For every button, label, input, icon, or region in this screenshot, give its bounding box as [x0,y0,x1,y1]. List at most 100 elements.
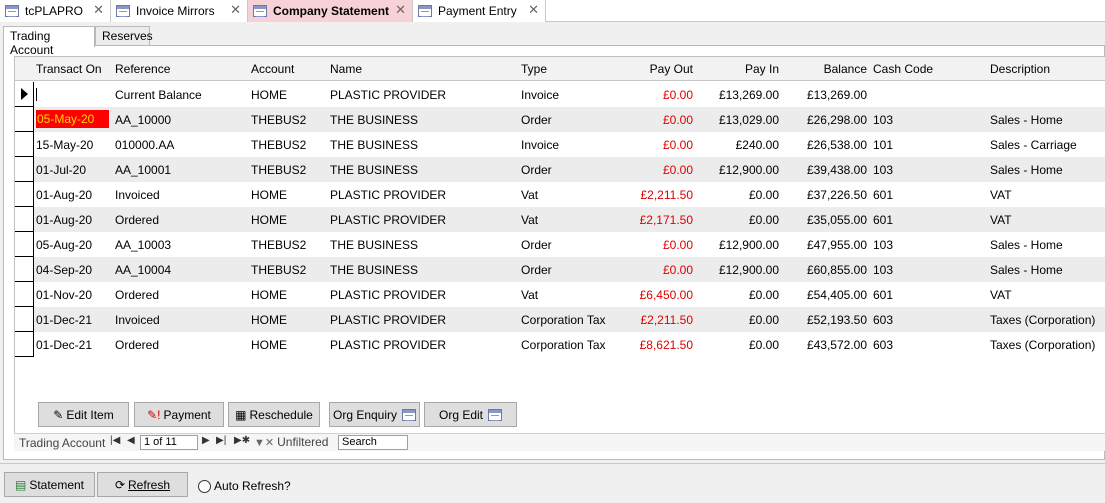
cell-pay-in[interactable]: £13,269.00 [701,88,779,102]
cell-reference[interactable]: 010000.AA [115,138,174,152]
cell-transact-on[interactable]: 01-Jul-20 [36,163,86,177]
record-selector[interactable] [15,282,34,307]
cell-balance[interactable]: £43,572.00 [785,338,867,352]
cell-pay-out[interactable]: £0.00 [615,88,693,102]
cell-name[interactable]: PLASTIC PROVIDER [330,188,446,202]
cell-balance[interactable]: £52,193.50 [785,313,867,327]
auto-refresh-radio[interactable] [198,479,211,493]
cell-pay-in[interactable]: £12,900.00 [701,163,779,177]
tab-invoice-mirrors[interactable]: Invoice Mirrors ✕ [111,0,248,22]
last-record-icon[interactable]: ▶| [216,435,226,446]
tab-trading-account[interactable]: Trading Account [3,26,95,57]
cell-balance[interactable]: £54,405.00 [785,288,867,302]
cell-reference[interactable]: Ordered [115,338,159,352]
table-row[interactable]: 01-Aug-20 Ordered HOME PLASTIC PROVIDER … [15,207,1105,232]
header-pay-in[interactable]: Pay In [701,62,779,76]
cell-cash-code[interactable]: 103 [873,113,893,127]
cell-account[interactable]: HOME [251,338,287,352]
record-selector[interactable] [15,82,34,107]
previous-record-icon[interactable]: ◀ [127,435,135,446]
tab-company-statement[interactable]: Company Statement ✕ [248,0,413,22]
cell-transact-on[interactable]: 01-Aug-20 [36,213,92,227]
cell-pay-in[interactable]: £0.00 [701,338,779,352]
cell-account[interactable]: HOME [251,88,287,102]
cell-reference[interactable]: AA_10000 [115,113,171,127]
cell-type[interactable]: Corporation Tax [521,338,606,352]
cell-pay-out[interactable]: £0.00 [615,163,693,177]
cell-account[interactable]: THEBUS2 [251,113,306,127]
cell-pay-in[interactable]: £12,900.00 [701,238,779,252]
header-reference[interactable]: Reference [115,62,170,76]
table-row[interactable]: 05-May-20 AA_10000 THEBUS2 THE BUSINESS … [15,107,1105,132]
record-selector[interactable] [15,207,34,232]
cell-cash-code[interactable]: 103 [873,263,893,277]
cell-transact-on[interactable]: 01-Dec-21 [36,313,92,327]
cell-description[interactable]: Sales - Home [990,263,1063,277]
cell-name[interactable]: THE BUSINESS [330,113,418,127]
cell-reference[interactable]: Invoiced [115,313,160,327]
table-row[interactable]: Current Balance HOME PLASTIC PROVIDER In… [15,82,1105,107]
cell-type[interactable]: Invoice [521,138,559,152]
cell-name[interactable]: THE BUSINESS [330,263,418,277]
cell-type[interactable]: Corporation Tax [521,313,606,327]
tab-tcplapro[interactable]: tcPLAPRO ✕ [0,0,111,22]
filter-toggle[interactable]: ▼✕ Unfiltered [254,435,328,449]
cell-balance[interactable]: £60,855.00 [785,263,867,277]
header-name[interactable]: Name [330,62,362,76]
tab-payment-entry[interactable]: Payment Entry ✕ [413,0,546,22]
cell-account[interactable]: HOME [251,213,287,227]
cell-balance[interactable]: £26,298.00 [785,113,867,127]
cell-name[interactable]: THE BUSINESS [330,163,418,177]
cell-account[interactable]: HOME [251,188,287,202]
cell-pay-in[interactable]: £0.00 [701,213,779,227]
header-balance[interactable]: Balance [785,62,867,76]
cell-pay-out[interactable]: £8,621.50 [615,338,693,352]
record-selector[interactable] [15,332,34,357]
cell-cash-code[interactable]: 601 [873,188,893,202]
cell-reference[interactable]: Ordered [115,288,159,302]
auto-refresh-option[interactable]: Auto Refresh? [198,479,291,493]
cell-transact-on[interactable]: 05-Aug-20 [36,238,92,252]
cell-account[interactable]: THEBUS2 [251,163,306,177]
cell-name[interactable]: PLASTIC PROVIDER [330,88,446,102]
cell-pay-out[interactable]: £6,450.00 [615,288,693,302]
cell-name[interactable]: THE BUSINESS [330,138,418,152]
cell-account[interactable]: HOME [251,288,287,302]
cell-type[interactable]: Vat [521,188,538,202]
close-icon[interactable]: ✕ [230,3,241,17]
current-record-field[interactable]: 1 of 11 [140,435,198,450]
header-type[interactable]: Type [521,62,547,76]
cell-balance[interactable]: £26,538.00 [785,138,867,152]
close-icon[interactable]: ✕ [93,3,104,17]
payment-button[interactable]: ✎! Payment [134,402,224,427]
cell-description[interactable]: Taxes (Corporation) [990,313,1095,327]
cell-description[interactable]: Sales - Carriage [990,138,1077,152]
cell-name[interactable]: PLASTIC PROVIDER [330,213,446,227]
cell-type[interactable]: Order [521,113,552,127]
table-row[interactable]: 01-Nov-20 Ordered HOME PLASTIC PROVIDER … [15,282,1105,307]
record-selector[interactable] [15,157,34,182]
cell-description[interactable]: Sales - Home [990,113,1063,127]
cell-transact-on[interactable]: 01-Aug-20 [36,188,92,202]
cell-cash-code[interactable]: 103 [873,163,893,177]
cell-pay-in[interactable]: £240.00 [701,138,779,152]
cell-transact-on[interactable]: 05-May-20 [36,110,109,128]
table-row[interactable]: 05-Aug-20 AA_10003 THEBUS2 THE BUSINESS … [15,232,1105,257]
cell-reference[interactable]: AA_10004 [115,263,171,277]
cell-balance[interactable]: £47,955.00 [785,238,867,252]
table-row[interactable]: 04-Sep-20 AA_10004 THEBUS2 THE BUSINESS … [15,257,1105,282]
cell-description[interactable]: VAT [990,213,1012,227]
cell-pay-in[interactable]: £0.00 [701,288,779,302]
org-enquiry-button[interactable]: Org Enquiry [329,402,420,427]
cell-cash-code[interactable]: 603 [873,338,893,352]
next-record-icon[interactable]: ▶ [202,435,210,446]
record-selector[interactable] [15,182,34,207]
search-input[interactable]: Search [338,435,408,450]
cell-name[interactable]: THE BUSINESS [330,238,418,252]
new-record-icon[interactable]: ▶✱ [234,435,250,446]
cell-balance[interactable]: £13,269.00 [785,88,867,102]
cell-cash-code[interactable]: 601 [873,213,893,227]
close-icon[interactable]: ✕ [528,3,539,17]
cell-cash-code[interactable]: 103 [873,238,893,252]
cell-transact-on[interactable]: 15-May-20 [36,138,93,152]
